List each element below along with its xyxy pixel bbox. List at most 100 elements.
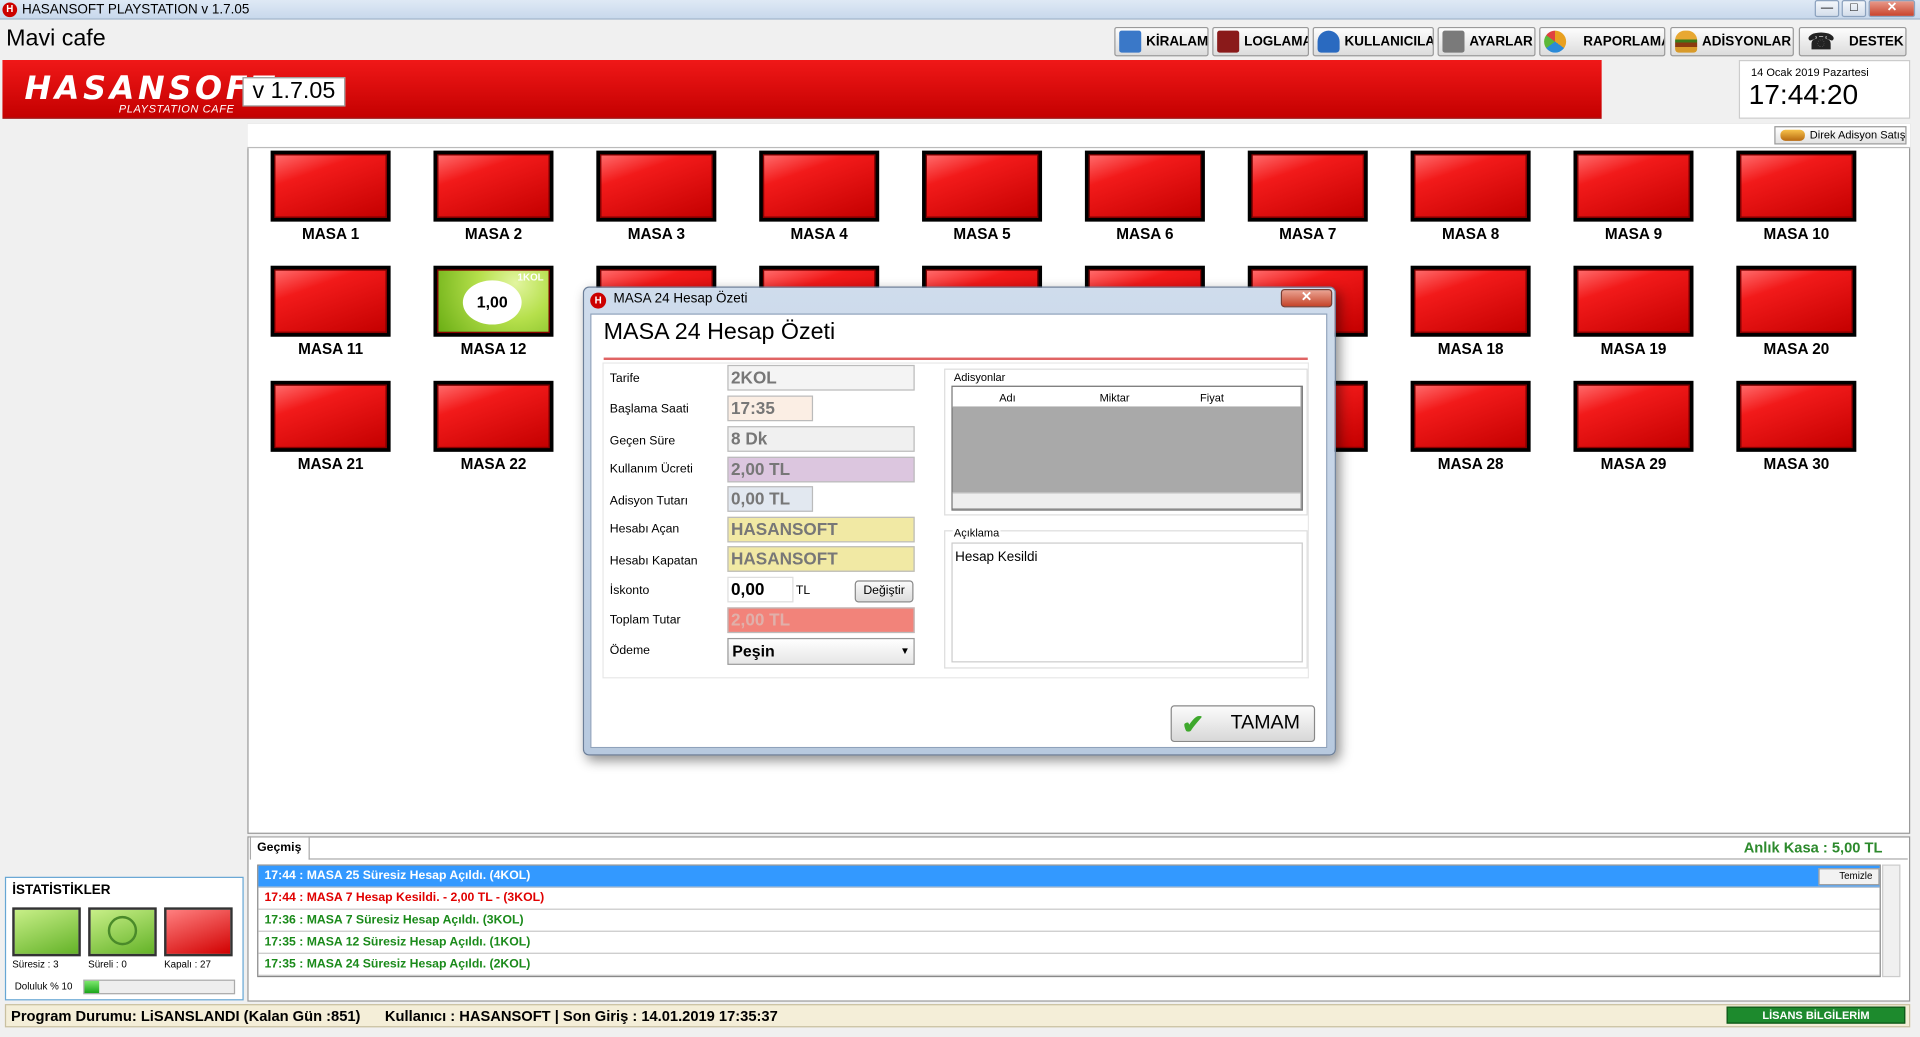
temizle-button[interactable]: Temizle	[1818, 868, 1880, 886]
list-item[interactable]: 17:35 : MASA 24 Süresiz Hesap Açıldı. (2…	[258, 954, 1880, 976]
aciklama-legend: Açıklama	[952, 526, 1001, 539]
table-tile[interactable]: MASA 10	[1736, 150, 1857, 247]
table-tile[interactable]: MASA 1	[270, 150, 391, 247]
tab-divider	[308, 858, 1908, 860]
table-tile[interactable]: MASA 7	[1247, 150, 1368, 247]
sureli-stat-tile	[88, 907, 157, 957]
kapali-stat-tile	[164, 907, 233, 957]
list-item[interactable]: 17:44 : MASA 7 Hesap Kesildi. - 2,00 TL …	[258, 888, 1880, 910]
kullanim-ucreti-field[interactable]: 2,00 TL	[727, 456, 915, 483]
toolbar-kullanicilar-button[interactable]: KULLANICILAR	[1312, 26, 1434, 57]
tables-toolbar	[247, 123, 1911, 149]
license-info-button[interactable]: LİSANS BİLGİLERİM	[1726, 1006, 1906, 1024]
table-amount: 1,00	[462, 280, 522, 325]
current-date: 14 Ocak 2019 Pazartesi	[1751, 66, 1869, 79]
toolbar-destek-button[interactable]: ☎ DESTEK	[1798, 26, 1907, 57]
hesabi-kapatan-field[interactable]: HASANSOFT	[727, 546, 915, 572]
iskonto-field[interactable]: 0,00	[727, 576, 794, 603]
toplam-tutar-label: Toplam Tutar	[609, 613, 681, 627]
degistir-button[interactable]: Değiştir	[854, 580, 914, 603]
table-tile[interactable]: MASA 20	[1736, 265, 1857, 362]
table-tile[interactable]: MASA 3	[596, 150, 717, 247]
dialog-close-button[interactable]: ✕	[1280, 288, 1333, 308]
iskonto-unit: TL	[795, 584, 811, 598]
occupancy-label: Doluluk % 10	[14, 980, 73, 992]
minimize-button[interactable]: —	[1814, 0, 1840, 18]
table-tile[interactable]: MASA 4	[759, 150, 880, 247]
baslama-saati-field[interactable]: 17:35	[727, 395, 814, 422]
tarife-field[interactable]: 2KOL	[727, 364, 915, 391]
table-tile[interactable]: MASA 8	[1410, 150, 1531, 247]
toolbar-ayarlar-button[interactable]: AYARLAR	[1437, 26, 1536, 57]
sureli-count: Süreli : 0	[88, 958, 127, 970]
list-item[interactable]: 17:44 : MASA 25 Süresiz Hesap Açıldı. (4…	[258, 865, 1880, 888]
gecen-sure-field[interactable]: 8 Dk	[727, 426, 915, 452]
list-item[interactable]: 17:35 : MASA 12 Süresiz Hesap Açıldı. (1…	[258, 932, 1880, 954]
checkmark-icon: ✔	[1181, 708, 1205, 740]
hesabi-kapatan-label: Hesabı Kapatan	[609, 554, 698, 569]
adisyon-tutari-label: Adisyon Tutarı	[609, 494, 689, 509]
tamam-button[interactable]: ✔ TAMAM	[1170, 705, 1316, 743]
tab-gecmis[interactable]: Geçmiş	[249, 836, 310, 860]
occupancy-progress-fill	[84, 980, 100, 994]
table-tile[interactable]: MASA 18	[1410, 265, 1531, 362]
dropdown-arrow-icon: ▼	[900, 645, 910, 657]
hesabi-acan-field[interactable]: HASANSOFT	[727, 516, 915, 543]
grid-horizontal-scrollbar[interactable]	[952, 492, 1301, 509]
suresiz-stat-tile	[12, 907, 81, 957]
cafe-name: Mavi cafe	[6, 25, 106, 52]
toolbar-adisyonlar-button[interactable]: ADİSYONLAR	[1670, 26, 1794, 57]
grid-column-fiyat[interactable]: Fiyat	[1200, 392, 1224, 404]
odeme-label: Ödeme	[609, 644, 650, 658]
house-icon	[1119, 30, 1142, 53]
logo-subtitle: PLAYSTATION CAFE	[118, 102, 235, 116]
table-tile[interactable]: MASA 11	[270, 265, 391, 362]
phone-icon: ☎	[1807, 29, 1835, 54]
version-label: v 1.7.05	[242, 77, 346, 107]
grid-column-miktar[interactable]: Miktar	[1100, 392, 1130, 404]
current-time: 17:44:20	[1748, 78, 1859, 111]
table-tile[interactable]: MASA 29	[1573, 380, 1694, 477]
toolbar-kiralama-button[interactable]: KİRALAMA	[1114, 26, 1209, 57]
direct-sale-button[interactable]: Direk Adisyon Satış	[1774, 126, 1907, 145]
burger-icon	[1780, 129, 1805, 141]
maximize-button[interactable]: □	[1841, 0, 1867, 18]
toolbar-loglama-button[interactable]: LOGLAMA	[1212, 26, 1309, 57]
suresiz-count: Süresiz : 3	[12, 958, 59, 970]
cash-total: Anlık Kasa : 5,00 TL	[1743, 838, 1883, 856]
gecen-sure-label: Geçen Süre	[609, 434, 676, 449]
statistics-title: İSTATİSTİKLER	[12, 882, 111, 898]
list-item[interactable]: 17:36 : MASA 7 Süresiz Hesap Açıldı. (3K…	[258, 910, 1880, 932]
table-tile[interactable]: MASA 22	[433, 380, 554, 477]
table-tile[interactable]: MASA 2	[433, 150, 554, 247]
table-tile[interactable]: MASA 19	[1573, 265, 1694, 362]
window-titlebar: H HASANSOFT PLAYSTATION v 1.7.05 — □ ✕	[0, 0, 1920, 20]
toplam-tutar-field[interactable]: 2,00 TL	[727, 607, 915, 634]
adisyonlar-legend: Adisyonlar	[952, 371, 1007, 384]
burger-icon	[1675, 30, 1698, 53]
kapali-count: Kapalı : 27	[164, 958, 211, 970]
adisyon-tutari-field[interactable]: 0,00 TL	[727, 486, 814, 512]
window-close-button[interactable]: ✕	[1868, 0, 1916, 18]
log-icon	[1217, 30, 1240, 53]
table-tile-active[interactable]: 1KOL 1,00 MASA 12	[433, 265, 554, 362]
table-tile[interactable]: MASA 28	[1410, 380, 1531, 477]
table-tile[interactable]: MASA 21	[270, 380, 391, 477]
user-icon	[1317, 30, 1340, 53]
hesabi-acan-label: Hesabı Açan	[609, 522, 680, 537]
table-tile[interactable]: MASA 5	[922, 150, 1043, 247]
clock-icon	[107, 915, 138, 946]
grid-column-adi[interactable]: Adı	[999, 392, 1016, 404]
aciklama-textarea[interactable]: Hesap Kesildi	[951, 542, 1303, 663]
occupancy-progress-bar	[83, 979, 236, 995]
table-tile[interactable]: MASA 30	[1736, 380, 1857, 477]
odeme-select[interactable]: Peşin ▼	[727, 637, 915, 665]
dialog-heading: MASA 24 Hesap Özeti	[603, 319, 836, 346]
history-scrollbar[interactable]	[1882, 864, 1901, 978]
kullanim-ucreti-label: Kullanım Ücreti	[609, 462, 693, 477]
toolbar-raporlama-button[interactable]: RAPORLAMA	[1539, 26, 1666, 57]
table-tile[interactable]: MASA 6	[1084, 150, 1205, 247]
tarife-label: Tarife	[609, 372, 640, 386]
table-tile[interactable]: MASA 9	[1573, 150, 1694, 247]
status-text: Program Durumu: LiSANSLANDI (Kalan Gün :…	[11, 1007, 778, 1025]
